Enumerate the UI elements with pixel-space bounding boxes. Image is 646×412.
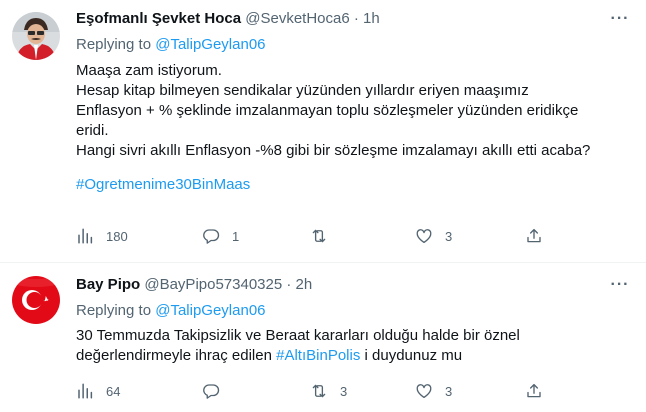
tweet-header: Bay Pipo @BayPipo57340325 · 2h [76, 275, 312, 295]
tweet-time[interactable]: 1h [363, 10, 380, 27]
replying-to-link[interactable]: @TalipGeylan06 [155, 302, 265, 319]
like-count: 3 [445, 228, 453, 244]
hashtag-link[interactable]: #Ogretmenime30BinMaas [76, 175, 636, 195]
speech-bubble-icon [203, 384, 220, 399]
share-button[interactable] [525, 380, 543, 402]
tweet-actions: 180 1 3 [76, 225, 546, 247]
tweet-body: Maaşa zam istiyorum. Hesap kitap bilmeye… [76, 61, 636, 195]
tweet-actions: 64 3 3 [76, 380, 546, 402]
more-horizontal-icon[interactable]: ··· [608, 275, 632, 295]
reply-button[interactable]: 1 [202, 225, 239, 247]
avatar-photo [12, 12, 60, 60]
turkish-flag-avatar [12, 276, 60, 324]
share-button[interactable] [525, 225, 543, 247]
reply-count: 1 [232, 228, 240, 244]
bar-chart-icon [78, 228, 93, 244]
like-count: 3 [445, 383, 453, 399]
views-button[interactable]: 180 [76, 225, 128, 247]
retweet-button[interactable]: 3 [310, 380, 347, 402]
replying-to-link[interactable]: @TalipGeylan06 [155, 36, 265, 53]
replying-to: Replying to @TalipGeylan06 [76, 301, 266, 321]
tweet-body: 30 Temmuzda Takipsizlik ve Beraat kararl… [76, 326, 636, 366]
author-name[interactable]: Bay Pipo [76, 276, 140, 293]
share-upload-icon [527, 228, 541, 243]
retweet-count: 3 [340, 383, 348, 399]
replying-prefix: Replying to [76, 36, 156, 53]
speech-bubble-icon [203, 229, 220, 244]
retweet-arrows-icon [312, 384, 326, 398]
views-count: 64 [106, 383, 121, 399]
author-handle[interactable]: @BayPipo57340325 [144, 276, 282, 293]
separator: · [353, 10, 359, 27]
author-name[interactable]: Eşofmanlı Şevket Hoca [76, 10, 241, 27]
tweet-line: 30 Temmuzda Takipsizlik ve Beraat kararl… [76, 327, 520, 344]
tweet-text: değerlendirmeyle ihraç edilen [76, 347, 277, 364]
like-button[interactable]: 3 [415, 225, 452, 247]
tweet-header: Eşofmanlı Şevket Hoca @SevketHoca6 · 1h [76, 9, 380, 29]
like-button[interactable]: 3 [415, 380, 452, 402]
views-button[interactable]: 64 [76, 380, 120, 402]
tweet-line: değerlendirmeyle ihraç edilen #AltıBinPo… [76, 346, 636, 366]
tweet-time[interactable]: 2h [296, 276, 313, 293]
share-upload-icon [527, 383, 541, 398]
retweet-button[interactable] [310, 225, 340, 247]
author-handle[interactable]: @SevketHoca6 [245, 10, 349, 27]
avatar[interactable] [12, 276, 60, 324]
retweet-arrows-icon [312, 229, 326, 243]
heart-icon [416, 229, 432, 244]
hashtag-link[interactable]: #AltıBinPolis [276, 347, 360, 364]
views-count: 180 [106, 228, 128, 244]
heart-icon [416, 384, 432, 399]
tweet-line: Maaşa zam istiyorum. [76, 62, 222, 79]
tweet-line: eridi. [76, 122, 109, 139]
reply-button[interactable] [202, 380, 232, 402]
replying-prefix: Replying to [76, 302, 156, 319]
separator: · [286, 276, 292, 293]
tweet[interactable]: Eşofmanlı Şevket Hoca @SevketHoca6 · 1h … [0, 0, 646, 262]
more-horizontal-icon[interactable]: ··· [608, 9, 632, 29]
avatar[interactable] [12, 12, 60, 60]
bar-chart-icon [78, 383, 93, 399]
replying-to: Replying to @TalipGeylan06 [76, 35, 266, 55]
tweet-line: Hangi sivri akıllı Enflasyon -%8 gibi bi… [76, 142, 591, 159]
tweet-text: i duydunuz mu [360, 347, 463, 364]
tweet[interactable]: Bay Pipo @BayPipo57340325 · 2h ··· Reply… [0, 262, 646, 412]
tweet-line: Enflasyon + % şeklinde imzalanmayan topl… [76, 102, 579, 119]
tweet-line: Hesap kitap bilmeyen sendikalar yüzünden… [76, 82, 529, 99]
